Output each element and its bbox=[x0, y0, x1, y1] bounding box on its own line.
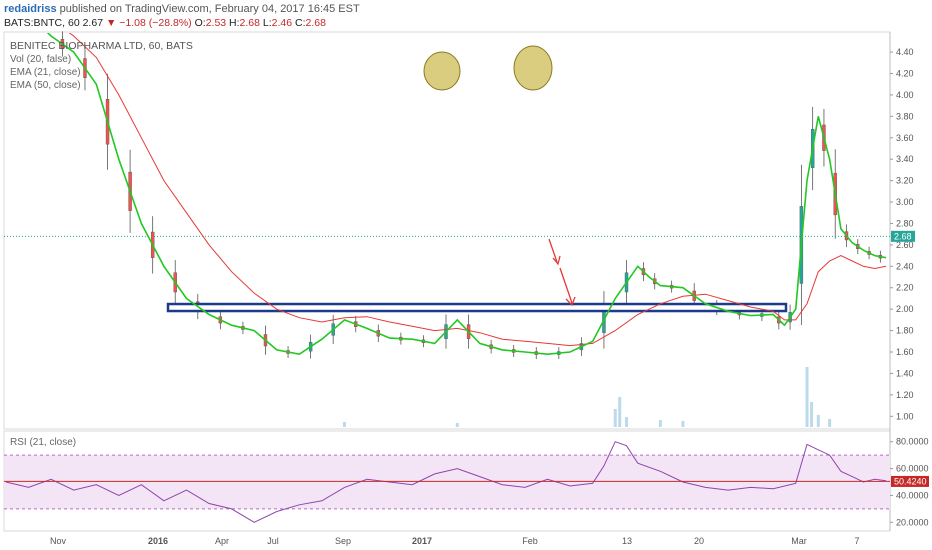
time-tick-label: 13 bbox=[622, 536, 632, 546]
time-tick-label: 7 bbox=[854, 536, 859, 546]
price-tick-label: 2.80 bbox=[896, 218, 914, 228]
projection-arrows[interactable] bbox=[548, 238, 576, 307]
rsi-tick-label: 60.0000 bbox=[896, 464, 929, 474]
volume-bar bbox=[681, 421, 685, 427]
legend-ema50[interactable]: EMA (50, close) bbox=[10, 79, 193, 92]
price-tick-label: 1.80 bbox=[896, 326, 914, 336]
time-tick-label: Jul bbox=[267, 536, 279, 546]
volume-bar bbox=[658, 420, 662, 427]
volume-bar bbox=[455, 423, 459, 427]
volume-bar bbox=[810, 402, 814, 427]
price-tick-label: 4.00 bbox=[896, 90, 914, 100]
price-tick-label: 3.60 bbox=[896, 133, 914, 143]
volume-bar bbox=[828, 419, 832, 427]
price-tick-label: 4.20 bbox=[896, 68, 914, 78]
legend-ema21[interactable]: EMA (21, close) bbox=[10, 66, 193, 79]
support-zone-rectangle[interactable] bbox=[166, 302, 788, 313]
price-tick-label: 1.40 bbox=[896, 368, 914, 378]
time-tick-label: Feb bbox=[522, 536, 538, 546]
arrow-segment-2 bbox=[559, 267, 573, 304]
price-tick-label: 3.00 bbox=[896, 197, 914, 207]
volume-bar bbox=[618, 397, 622, 427]
volume-bar bbox=[805, 367, 809, 427]
time-tick-label: Apr bbox=[215, 536, 229, 546]
rsi-tick-label: 20.0000 bbox=[896, 517, 929, 527]
top-highlight-ellipse-2[interactable] bbox=[513, 45, 553, 91]
legend-title: BENITEC BIOPHARMA LTD, 60, BATS bbox=[10, 40, 193, 52]
volume-bar bbox=[816, 415, 820, 427]
volume-bar bbox=[342, 422, 346, 427]
price-tick-label: 1.20 bbox=[896, 390, 914, 400]
top-highlight-ellipse-1[interactable] bbox=[423, 51, 461, 91]
time-tick-label: Nov bbox=[50, 536, 67, 546]
price-tick-label: 1.60 bbox=[896, 347, 914, 357]
volume-bar bbox=[613, 409, 617, 427]
price-tick-label: 4.40 bbox=[896, 47, 914, 57]
rsi-tick-label: 80.0000 bbox=[896, 437, 929, 447]
volume-bar bbox=[625, 417, 629, 427]
price-tick-label: 2.00 bbox=[896, 304, 914, 314]
rsi-value-badge-text: 50.4240 bbox=[894, 476, 927, 486]
time-tick-label: Mar bbox=[791, 536, 807, 546]
price-tick-label: 3.20 bbox=[896, 176, 914, 186]
price-tick-label: 1.00 bbox=[896, 411, 914, 421]
rsi-tick-label: 40.0000 bbox=[896, 490, 929, 500]
rsi-legend[interactable]: RSI (21, close) bbox=[10, 437, 76, 448]
price-tick-label: 3.40 bbox=[896, 154, 914, 164]
time-tick-label: 2016 bbox=[148, 536, 168, 546]
price-tick-label: 2.20 bbox=[896, 283, 914, 293]
time-tick-label: Sep bbox=[335, 536, 351, 546]
price-tick-label: 2.40 bbox=[896, 261, 914, 271]
legend-volume[interactable]: Vol (20, false) bbox=[10, 53, 193, 66]
price-tick-label: 3.80 bbox=[896, 111, 914, 121]
indicator-legend: BENITEC BIOPHARMA LTD, 60, BATS Vol (20,… bbox=[10, 40, 193, 92]
time-tick-label: 20 bbox=[694, 536, 704, 546]
current-price-badge-text: 2.68 bbox=[894, 231, 912, 241]
time-tick-label: 2017 bbox=[412, 536, 432, 546]
rsi-band bbox=[4, 455, 890, 509]
